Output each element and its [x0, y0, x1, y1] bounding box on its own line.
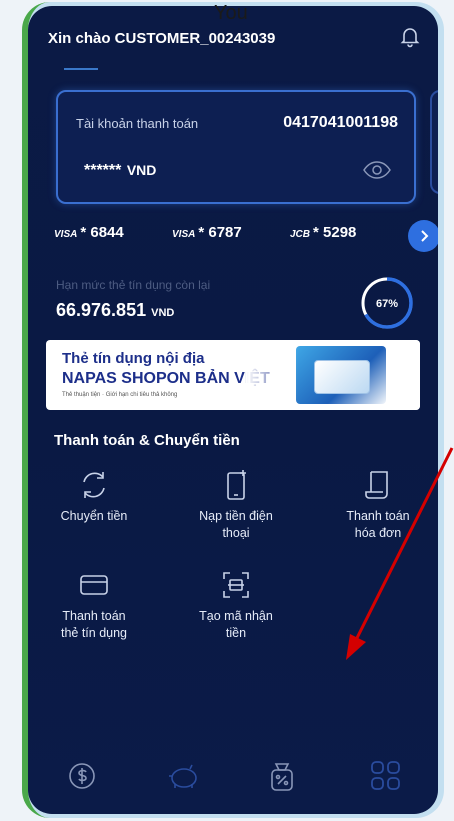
- action-receive-code[interactable]: Tạo mã nhận tiền: [186, 568, 286, 642]
- qr-scan-icon: [223, 572, 249, 598]
- eye-icon[interactable]: [362, 158, 392, 182]
- card-list: VISA * 6844 VISA * 6787 JCB * 5298: [54, 220, 438, 252]
- action-label: Chuyển tiền: [60, 509, 128, 523]
- action-label: Nạp tiền điện thoại: [199, 509, 273, 540]
- phone-topup-icon: [227, 470, 246, 500]
- balance-currency: VND: [126, 162, 157, 178]
- credit-limit-amount: 66.976.851: [56, 300, 147, 320]
- credit-limit-value: 66.976.851 VND: [56, 300, 174, 321]
- card-suffix: * 6787: [198, 224, 242, 241]
- jcb-logo: JCB: [290, 229, 311, 240]
- piggy-bank-icon[interactable]: [164, 756, 204, 796]
- banner-title: Thẻ tín dụng nội địa: [62, 350, 205, 367]
- card-item[interactable]: JCB * 5298: [290, 224, 356, 241]
- bell-icon[interactable]: [398, 24, 422, 48]
- banner-card-image: [296, 346, 386, 404]
- visa-logo: VISA: [54, 229, 78, 240]
- card-item[interactable]: VISA * 6787: [172, 224, 242, 241]
- bottom-nav: [28, 744, 438, 804]
- chevron-right-icon: [421, 230, 429, 242]
- credit-card-icon: [80, 575, 108, 595]
- greeting-text: Xin chào CUSTOMER_00243039: [48, 30, 276, 47]
- action-label: Tạo mã nhận tiền: [199, 609, 273, 640]
- action-phone-topup[interactable]: Nạp tiền điện thoại: [186, 468, 286, 542]
- usage-ring: 67%: [361, 277, 413, 329]
- account-card[interactable]: Tài khoản thanh toán 0417041001198 *****…: [56, 90, 416, 204]
- annotation-caption: You: [214, 2, 248, 24]
- action-bill-payment[interactable]: Thanh toán hóa đơn: [328, 468, 428, 542]
- account-label: Tài khoản thanh toán: [76, 116, 199, 131]
- next-account-card[interactable]: [430, 90, 438, 194]
- account-balance: ****** VND: [84, 162, 156, 180]
- discount-bag-icon[interactable]: [262, 756, 302, 796]
- banner-headline: NAPAS SHOPON BẢN VIỆT: [62, 370, 270, 387]
- grid-menu-icon[interactable]: [366, 756, 406, 796]
- action-credit-card-payment[interactable]: Thanh toán thẻ tín dụng: [44, 568, 144, 642]
- banner-subtext: Thẻ thuận tiện · Giới hạn chi tiêu thả k…: [62, 392, 178, 398]
- transfer-icon: [83, 472, 105, 498]
- credit-limit-currency: VND: [151, 307, 175, 319]
- card-next-button[interactable]: [408, 220, 438, 252]
- bill-icon: [365, 471, 388, 499]
- phone-screen: Xin chào CUSTOMER_00243039 Tài khoản tha…: [28, 6, 438, 814]
- action-label: Thanh toán thẻ tín dụng: [60, 609, 128, 640]
- money-icon[interactable]: [62, 756, 102, 796]
- promo-banner[interactable]: Thẻ tín dụng nội địa NAPAS SHOPON BẢN VI…: [46, 340, 420, 410]
- card-item[interactable]: VISA * 6844: [54, 224, 124, 241]
- visa-logo: VISA: [172, 229, 196, 240]
- card-illustration: [314, 360, 370, 394]
- action-label: Thanh toán hóa đơn: [346, 509, 410, 540]
- card-suffix: * 6844: [80, 224, 124, 241]
- balance-masked: ******: [84, 162, 122, 179]
- action-transfer[interactable]: Chuyển tiền: [44, 468, 144, 525]
- usage-percent: 67%: [376, 298, 398, 310]
- card-suffix: * 5298: [313, 224, 357, 241]
- credit-limit-label: Hạn mức thẻ tín dụng còn lại: [56, 278, 211, 292]
- account-number: 0417041001198: [283, 114, 398, 131]
- tab-indicator: [64, 68, 98, 70]
- section-title: Thanh toán & Chuyển tiền: [54, 432, 240, 449]
